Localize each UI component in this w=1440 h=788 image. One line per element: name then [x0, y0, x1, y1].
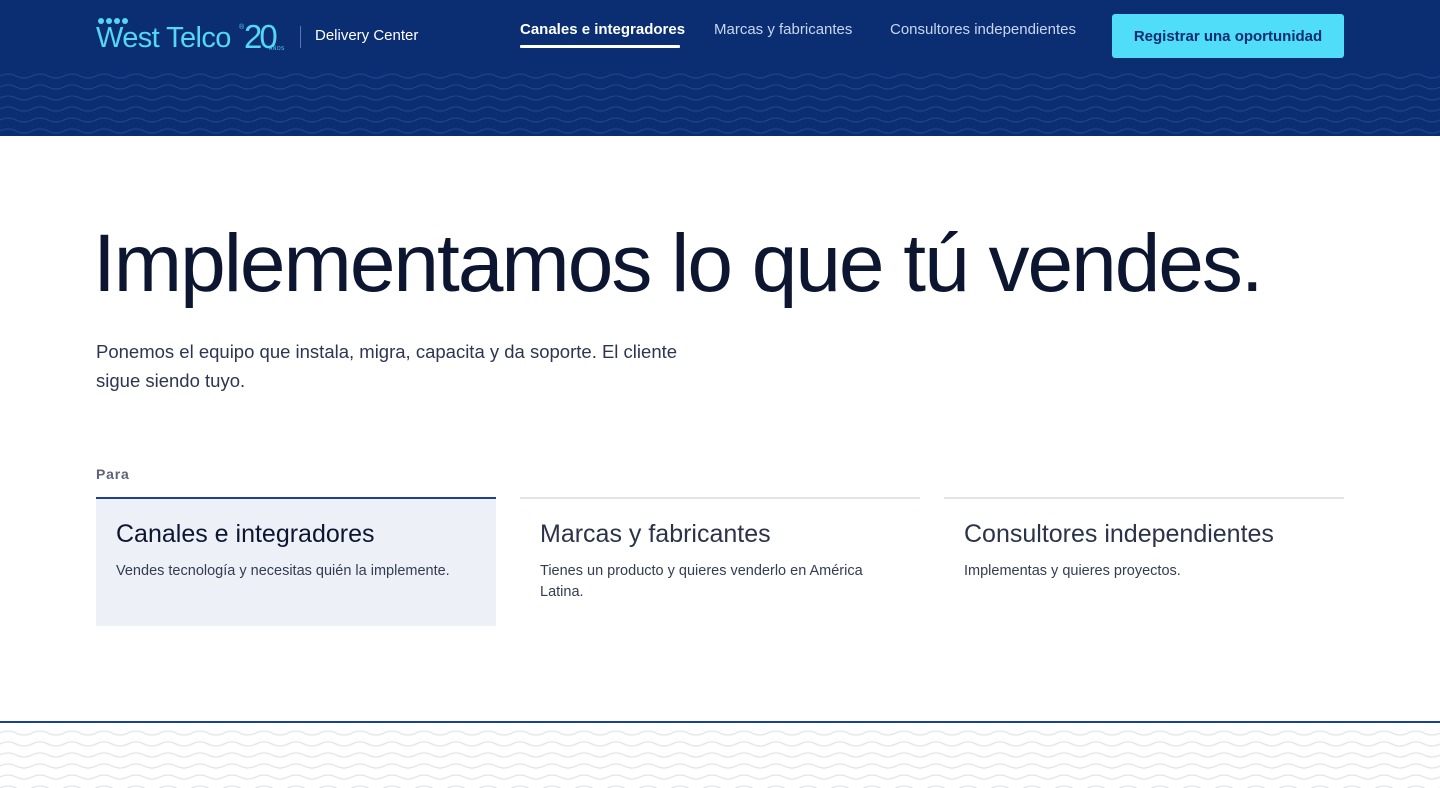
west-telco-logo[interactable]: West Telco ® 20 AÑOS	[96, 14, 292, 58]
audience-card-marcas[interactable]: Marcas y fabricantes Tienes un producto …	[520, 497, 920, 626]
header-wave-pattern	[0, 73, 1440, 134]
wave-line	[0, 128, 1440, 134]
audience-card-consultores[interactable]: Consultores independientes Implementas y…	[944, 497, 1344, 626]
card-description: Implementas y quieres proyectos.	[964, 563, 1181, 579]
hero-subtitle: Ponemos el equipo que instala, migra, ca…	[96, 341, 678, 391]
nav-link-canales[interactable]: Canales e integradores	[520, 21, 685, 38]
audience-label: Para	[96, 466, 130, 482]
card-title: Marcas y fabricantes	[540, 520, 771, 548]
logo-brand-text: West Telco	[96, 22, 231, 54]
wave-line	[0, 730, 1440, 736]
footer-wave-pattern	[0, 730, 1440, 788]
wave-line	[0, 763, 1440, 769]
card-description: Vendes tecnología y necesitas quién la i…	[116, 563, 450, 579]
hero-title: Implementamos lo que tú vendes.	[93, 218, 1264, 309]
card-title: Consultores independientes	[964, 520, 1274, 548]
wave-line	[0, 752, 1440, 758]
wave-line	[0, 84, 1440, 90]
card-title: Canales e integradores	[116, 520, 375, 548]
register-opportunity-button[interactable]: Registrar una oportunidad	[1112, 14, 1344, 58]
header-bar: West Telco ® 20 AÑOS Delivery Center Can…	[96, 0, 1344, 72]
wave-line	[0, 73, 1440, 79]
wave-line	[0, 95, 1440, 101]
site-header: West Telco ® 20 AÑOS Delivery Center Can…	[0, 0, 1440, 136]
wave-line	[0, 774, 1440, 780]
wave-line	[0, 117, 1440, 123]
footer-wave-band	[0, 721, 1440, 788]
logo-anniversary-label: AÑOS	[269, 46, 285, 52]
wave-line	[0, 106, 1440, 112]
nav-active-underline	[520, 45, 680, 48]
card-description: Tienes un producto y quieres venderlo en…	[540, 563, 863, 600]
nav-link-consultores[interactable]: Consultores independientes	[890, 21, 1076, 38]
wave-line	[0, 741, 1440, 747]
logo-divider	[300, 26, 301, 48]
nav-link-marcas[interactable]: Marcas y fabricantes	[714, 21, 852, 38]
section-title: Delivery Center	[315, 27, 419, 44]
audience-card-canales[interactable]: Canales e integradores Vendes tecnología…	[96, 497, 496, 626]
